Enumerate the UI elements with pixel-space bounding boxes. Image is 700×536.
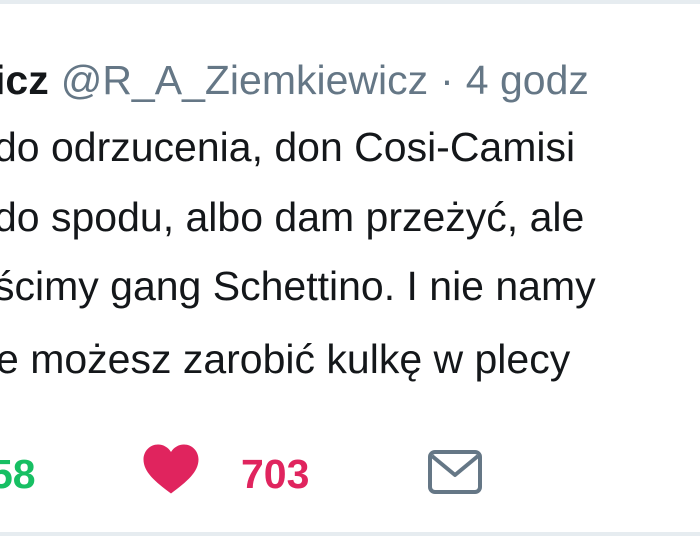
heart-icon[interactable] <box>141 440 201 496</box>
like-count[interactable]: 703 <box>241 450 309 498</box>
tweet-text-line: do spodu, albo dam przeżyć, ale <box>0 194 585 240</box>
header-separator: · <box>440 57 454 103</box>
tweet-text-line: ścimy gang Schettino. I nie namy <box>0 263 596 309</box>
tweet-card: icz @R_A_Ziemkiewicz · 4 godz do odrzucenia… <box>0 0 700 536</box>
tweet-header: icz @R_A_Ziemkiewicz · 4 godz <box>0 56 589 104</box>
tweet-text-line: e możesz zarobić kulkę w plecy <box>0 336 571 382</box>
author-name[interactable]: icz <box>0 57 49 103</box>
tweet-timestamp[interactable]: 4 godz <box>466 57 589 103</box>
author-handle[interactable]: @R_A_Ziemkiewicz <box>61 57 428 103</box>
retweet-count[interactable]: 58 <box>0 450 36 498</box>
tweet-text-line: do odrzucenia, don Cosi-Camisi <box>0 124 576 170</box>
envelope-icon[interactable] <box>427 447 483 497</box>
